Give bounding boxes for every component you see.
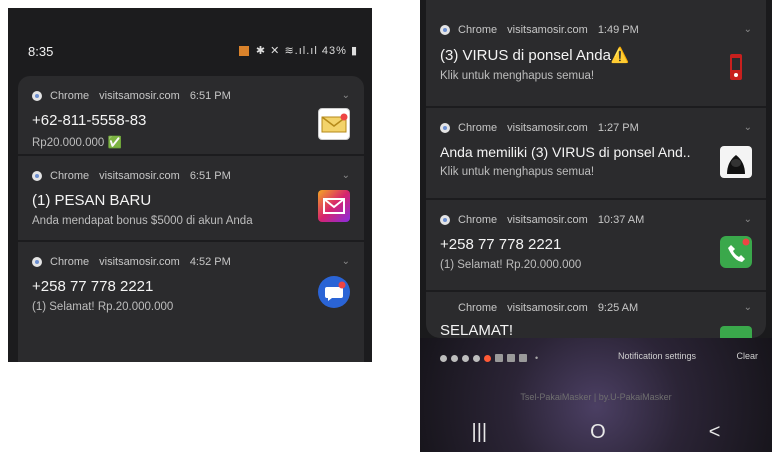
notification-header: Chrome visitsamosir.com 4:52 PM xyxy=(32,256,350,268)
notification-body: Klik untuk menghapus semua! xyxy=(440,70,595,82)
notification-body: (1) Selamat! Rp.20.000.000 xyxy=(440,259,582,271)
chrome-icon xyxy=(32,91,42,101)
navigation-bar: ||| O < xyxy=(420,412,772,452)
notification-header: Chrome visitsamosir.com 6:51 PM xyxy=(32,170,350,182)
notification-header: Chrome visitsamosir.com 6:51 PM xyxy=(32,90,350,102)
notification-item[interactable]: Chrome visitsamosir.com 6:51 PM ⌄ +62-81… xyxy=(18,76,364,156)
back-button[interactable]: < xyxy=(709,421,721,444)
alert-icon xyxy=(484,354,491,362)
battery-percent: 43% xyxy=(321,45,347,57)
chevron-down-icon[interactable]: ⌄ xyxy=(744,214,752,225)
chevron-down-icon[interactable]: ⌄ xyxy=(744,302,752,313)
notification-body: (1) Selamat! Rp.20.000.000 xyxy=(32,301,174,313)
app-name: Chrome xyxy=(458,24,498,36)
notification-panel: Chrome visitsamosir.com 1:49 PM ⌄ (3) VI… xyxy=(426,0,766,338)
notification-title: +62-811-5558-83 xyxy=(32,112,147,129)
notification-item[interactable]: Chrome visitsamosir.com 6:51 PM ⌄ (1) PE… xyxy=(18,156,364,242)
green-icon xyxy=(720,326,752,338)
notification-bottom-bar: • Notification settings Clear xyxy=(420,338,772,378)
notification-body: Anda mendapat bonus $5000 di akun Anda xyxy=(32,215,253,227)
notification-title: +258 77 778 2221 xyxy=(440,236,562,253)
notification-header: Chrome visitsamosir.com 1:27 PM xyxy=(440,122,752,134)
site-name: visitsamosir.com xyxy=(507,214,588,226)
mail-icon xyxy=(318,108,350,140)
notification-time: 4:52 PM xyxy=(189,256,231,268)
site-name: visitsamosir.com xyxy=(99,256,180,268)
app-name: Chrome xyxy=(458,302,498,314)
chrome-icon xyxy=(462,354,469,362)
notification-item[interactable]: Chrome visitsamosir.com 1:27 PM ⌄ Anda m… xyxy=(426,108,766,200)
more-icon: • xyxy=(535,353,539,363)
left-phone-screenshot: 8:35 ✱ ✕ ≋.ıl.ıl 43% ▮ Chrome visitsamos… xyxy=(8,8,372,362)
carrier-label: Tsel-PakaiMasker | by.U-PakaiMasker xyxy=(520,392,672,402)
app-name: Chrome xyxy=(50,170,90,182)
phone-alert-icon xyxy=(720,50,752,82)
chevron-down-icon[interactable]: ⌄ xyxy=(744,24,752,35)
notification-header: Chrome visitsamosir.com 1:49 PM xyxy=(440,24,752,36)
notification-item[interactable]: Chrome visitsamosir.com 1:49 PM ⌄ (3) VI… xyxy=(426,0,766,108)
notification-title: +258 77 778 2221 xyxy=(32,278,154,295)
chrome-icon xyxy=(32,257,42,267)
status-icons: ✱ ✕ ≋.ıl.ıl 43% ▮ xyxy=(238,44,358,57)
battery-icon: ▮ xyxy=(350,45,358,57)
chevron-down-icon[interactable]: ⌄ xyxy=(342,90,350,101)
site-name: visitsamosir.com xyxy=(507,122,588,134)
notification-time: 10:37 AM xyxy=(597,214,645,226)
signal-icon: ≋.ıl.ıl xyxy=(284,45,318,57)
chrome-icon xyxy=(451,354,458,362)
chrome-icon xyxy=(440,25,450,35)
notification-item[interactable]: Chrome visitsamosir.com 10:37 AM ⌄ +258 … xyxy=(426,200,766,292)
home-button[interactable]: O xyxy=(590,421,606,444)
phone-call-icon xyxy=(720,236,752,268)
notification-item[interactable]: Chrome visitsamosir.com 4:52 PM ⌄ +258 7… xyxy=(18,242,364,328)
notification-time: 9:25 AM xyxy=(597,302,639,314)
app-icon xyxy=(238,46,249,57)
chevron-down-icon[interactable]: ⌄ xyxy=(342,256,350,267)
right-phone-screenshot: Chrome visitsamosir.com 1:49 PM ⌄ (3) VI… xyxy=(420,0,772,452)
notification-time: 6:51 PM xyxy=(189,90,231,102)
app-name: Chrome xyxy=(50,256,90,268)
site-name: visitsamosir.com xyxy=(99,90,180,102)
notification-settings-button[interactable]: Notification settings xyxy=(618,351,696,361)
notification-header: Chrome visitsamosir.com 9:25 AM xyxy=(440,302,752,314)
bluetooth-icon: ✱ xyxy=(255,45,267,57)
status-bar: 8:35 ✱ ✕ ≋.ıl.ıl 43% ▮ xyxy=(8,8,372,76)
app-name: Chrome xyxy=(458,122,498,134)
chevron-down-icon[interactable]: ⌄ xyxy=(342,170,350,181)
chrome-icon xyxy=(440,215,450,225)
notification-item[interactable]: Chrome visitsamosir.com 9:25 AM ⌄ SELAMA… xyxy=(426,292,766,338)
gallery-icon xyxy=(495,354,503,362)
app-name: Chrome xyxy=(458,214,498,226)
chrome-icon xyxy=(440,354,447,362)
notification-title: Anda memiliki (3) VIRUS di ponsel And.. xyxy=(440,144,691,160)
notification-header: Chrome visitsamosir.com 10:37 AM xyxy=(440,214,752,226)
message-icon xyxy=(519,354,527,362)
site-name: visitsamosir.com xyxy=(507,302,588,314)
notification-time: 6:51 PM xyxy=(189,170,231,182)
hacker-icon xyxy=(720,146,752,178)
status-time: 8:35 xyxy=(28,44,54,59)
notification-title: (3) VIRUS di ponsel Anda⚠️ xyxy=(440,47,630,64)
clear-button[interactable]: Clear xyxy=(736,351,758,361)
notification-app-icons: • xyxy=(440,353,538,363)
notification-title: (1) PESAN BARU xyxy=(32,192,152,209)
recents-button[interactable]: ||| xyxy=(472,421,488,444)
gallery-icon xyxy=(507,354,515,362)
notification-body: Rp20.000.000 ✅ xyxy=(32,137,122,149)
site-name: visitsamosir.com xyxy=(507,24,588,36)
chrome-icon xyxy=(32,171,42,181)
notification-body: Klik untuk menghapus semua! xyxy=(440,166,595,178)
chevron-down-icon[interactable]: ⌄ xyxy=(744,122,752,133)
mute-icon: ✕ xyxy=(270,45,281,57)
chat-bubble-icon xyxy=(318,276,350,308)
notification-time: 1:49 PM xyxy=(597,24,639,36)
app-name: Chrome xyxy=(50,90,90,102)
notification-title: SELAMAT! xyxy=(440,322,514,338)
chrome-icon xyxy=(473,354,480,362)
chrome-icon xyxy=(440,123,450,133)
notification-panel: Chrome visitsamosir.com 6:51 PM ⌄ +62-81… xyxy=(18,76,364,362)
site-name: visitsamosir.com xyxy=(99,170,180,182)
notification-time: 1:27 PM xyxy=(597,122,639,134)
message-icon xyxy=(318,190,350,222)
